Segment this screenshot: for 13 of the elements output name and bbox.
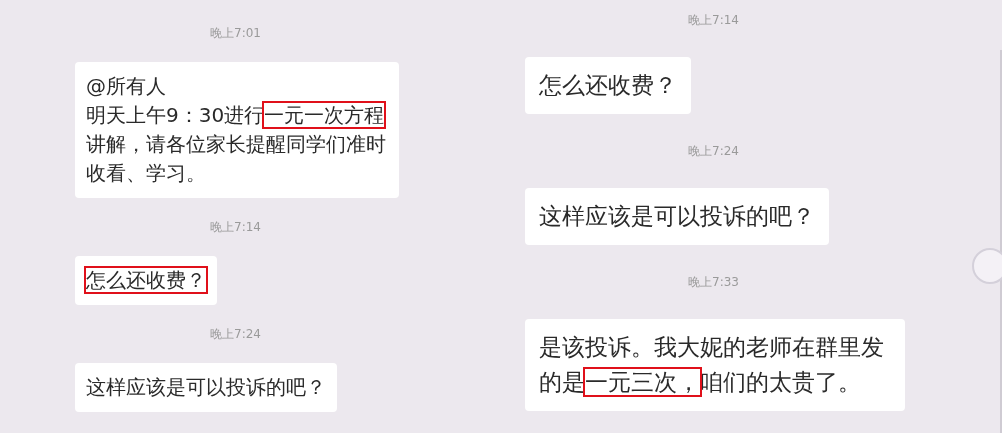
message-bubble: 这样应该是可以投诉的吧？ (75, 363, 337, 412)
message-bubble: 怎么还收费？ (525, 57, 691, 114)
message-timestamp: 晚上7:24 (688, 144, 739, 158)
message-timestamp: 晚上7:01 (210, 26, 261, 40)
message-bubble: @所有人 明天上午9：30进行一元一次方程 讲解，请各位家长提醒同学们准时收看、学习。 (75, 62, 399, 198)
message-bubble: 这样应该是可以投诉的吧？ (525, 188, 829, 245)
message-timestamp: 晚上7:14 (210, 220, 261, 234)
message-timestamp: 晚上7:24 (210, 327, 261, 341)
message-bubble: 是该投诉。我大妮的老师在群里发的是一元三次，咱们的太贵了。 (525, 319, 905, 411)
message-timestamp: 晚上7:33 (688, 275, 739, 289)
message-bubble: 怎么还收费？ (75, 256, 217, 305)
scroll-handle[interactable] (972, 248, 1002, 284)
message-timestamp: 晚上7:14 (688, 13, 739, 27)
